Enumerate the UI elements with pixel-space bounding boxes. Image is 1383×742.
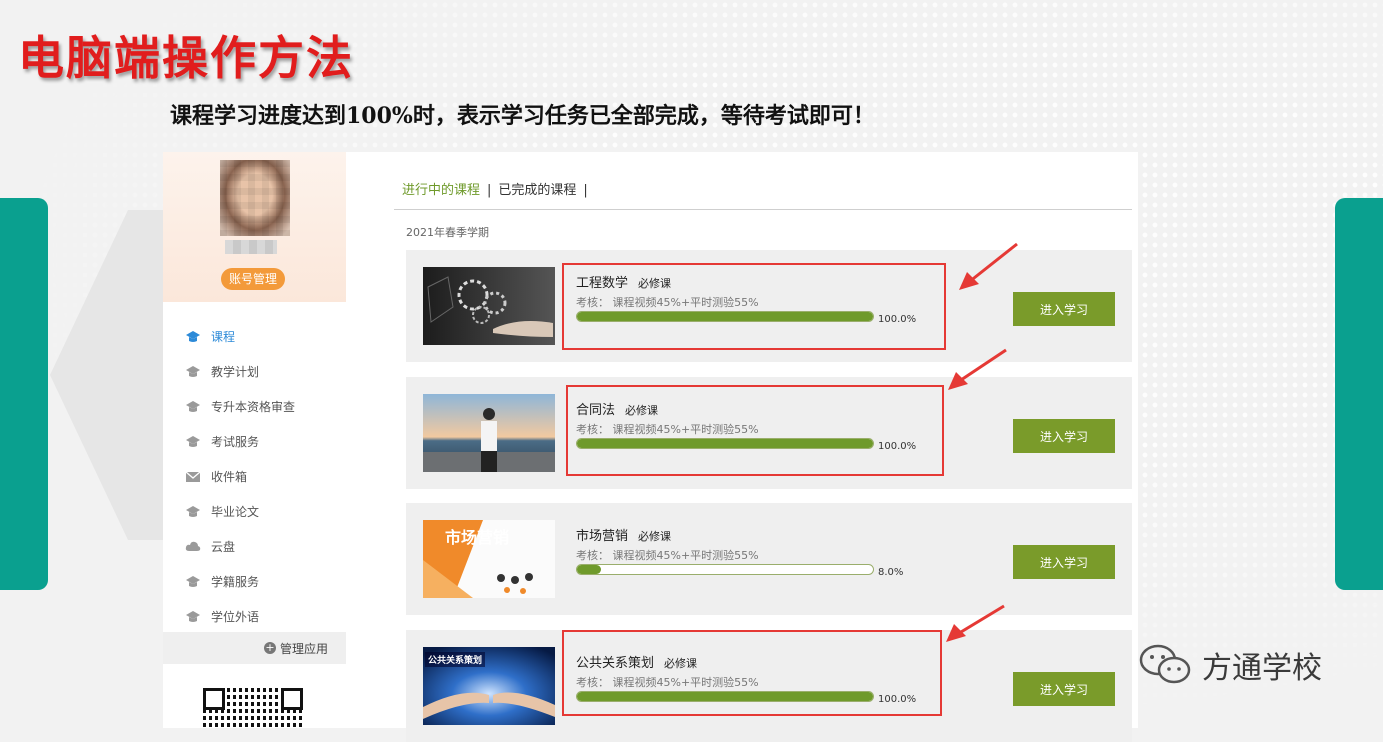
tab-in-progress[interactable]: 进行中的课程: [402, 179, 480, 198]
sidebar-menu: 课程教学计划专升本资格审查 考试服务收件箱毕业论文云盘学籍服务学位外语: [163, 319, 346, 634]
graduation-cap-icon: [185, 435, 201, 449]
enter-study-button[interactable]: 进入学习: [1013, 292, 1115, 326]
thumbnail-title: 市场营销: [445, 528, 510, 547]
watermark-text: 方通学校: [1202, 651, 1322, 686]
right-teal-tab: [1335, 198, 1383, 590]
sidebar-item[interactable]: 收件箱: [163, 459, 346, 494]
sidebar-item-label: 专升本资格审查: [211, 400, 296, 414]
sidebar-item[interactable]: 课程: [163, 319, 346, 354]
graduation-cap-icon: [185, 610, 201, 624]
graduation-cap-icon: [185, 505, 201, 519]
left-teal-tab: [0, 198, 48, 590]
course-name: 市场营销 必修课: [576, 529, 672, 544]
watermark: 方通学校: [1138, 642, 1322, 688]
term-label: 2021年春季学期: [406, 226, 489, 239]
pointer-arrow-icon: [948, 348, 1007, 390]
slide-title: 电脑端操作方法: [18, 31, 354, 85]
manage-apps-label: 管理应用: [279, 641, 328, 656]
enter-study-button[interactable]: 进入学习: [1013, 419, 1115, 453]
sidebar-item[interactable]: 专升本资格审查: [163, 389, 346, 424]
sidebar-item-label: 学位外语: [211, 610, 260, 624]
course-thumbnail[interactable]: 公共关系策划: [423, 647, 555, 725]
sidebar-item-label: 考试服务: [211, 435, 260, 449]
sidebar-item[interactable]: 学籍服务: [163, 564, 346, 599]
plus-icon: +: [263, 641, 276, 654]
manage-apps-button[interactable]: + 管理应用: [163, 632, 346, 664]
pointer-arrow-icon: [946, 604, 1005, 642]
slide-subtitle: 课程学习进度达到100%时，表示学习任务已全部完成，等待考试即可！: [170, 103, 875, 129]
sidebar-item[interactable]: 教学计划: [163, 354, 346, 389]
sidebar-item-label: 收件箱: [211, 470, 248, 484]
profile-area: 账号管理: [163, 152, 346, 302]
progress-bar: [576, 564, 874, 575]
wechat-icon: [1139, 644, 1191, 684]
graduation-cap-icon: [185, 365, 201, 379]
account-management-button[interactable]: 账号管理: [221, 268, 285, 290]
sidebar-item[interactable]: 考试服务: [163, 424, 346, 459]
course-card: 市场营销 市场营销 必修课 考核： 课程视频45%+平时测验55% 8.0% 进入…: [406, 503, 1132, 615]
sidebar-item-label: 云盘: [211, 540, 236, 554]
course-assessment: 考核： 课程视频45%+平时测验55%: [576, 549, 759, 562]
pointer-arrow-icon: [959, 242, 1018, 290]
tabs-divider: [394, 209, 1132, 210]
sidebar-item[interactable]: 毕业论文: [163, 494, 346, 529]
inbox-icon: [185, 470, 201, 484]
course-tabs: 进行中的课程 | 已完成的课程 |: [402, 179, 595, 198]
graduation-cap-icon: [185, 330, 201, 344]
thumbnail-title: 公共关系策划: [425, 652, 486, 667]
sidebar-item-label: 教学计划: [211, 365, 260, 379]
enter-study-button[interactable]: 进入学习: [1013, 672, 1115, 706]
tab-completed[interactable]: 已完成的课程: [498, 179, 576, 198]
qr-code: [203, 688, 303, 728]
sidebar-item-label: 学籍服务: [211, 575, 260, 589]
sidebar-item-label: 毕业论文: [211, 505, 260, 519]
graduation-cap-icon: [185, 575, 201, 589]
enter-study-button[interactable]: 进入学习: [1013, 545, 1115, 579]
avatar: [220, 160, 290, 236]
course-thumbnail[interactable]: [423, 394, 555, 472]
course-thumbnail[interactable]: 市场营销: [423, 520, 555, 598]
graduation-cap-icon: [185, 400, 201, 414]
progress-percent: 8.0%: [878, 567, 904, 578]
sidebar: 账号管理 课程 教学计划 专升本资格审查 考试服务 收件箱 毕业论文 云盘 学籍服务 学位外语 …: [163, 152, 346, 728]
course-thumbnail[interactable]: [423, 267, 555, 345]
sidebar-item[interactable]: 云盘: [163, 529, 346, 564]
highlight-box: [566, 385, 944, 476]
cloud-icon: [185, 540, 201, 554]
username-blurred: [225, 240, 277, 254]
highlight-box: [562, 263, 946, 350]
sidebar-item-label: 课程: [211, 330, 236, 344]
highlight-box: [562, 630, 942, 716]
sidebar-item[interactable]: 学位外语: [163, 599, 346, 634]
